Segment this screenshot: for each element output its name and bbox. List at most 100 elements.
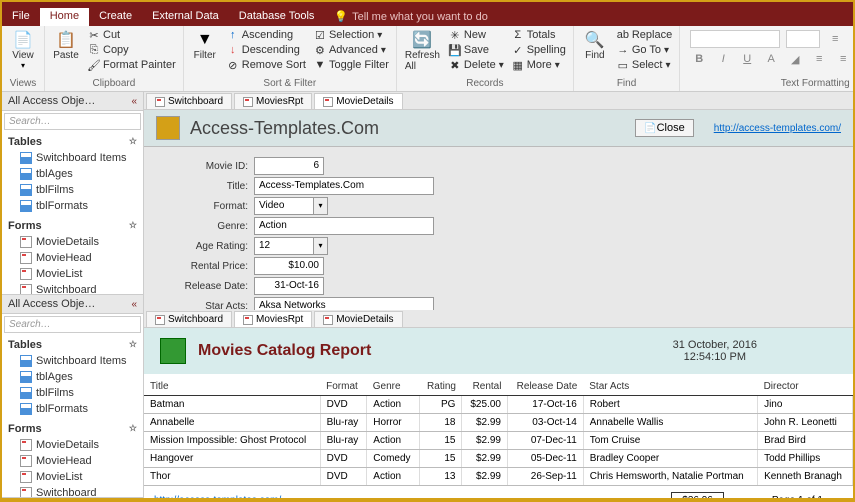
forms-icon [20, 487, 32, 498]
chevron-left-icon: « [131, 96, 137, 107]
numbering-button[interactable]: ≡ [850, 30, 855, 48]
refresh-button[interactable]: 🔄Refresh All [401, 28, 444, 74]
tables-icon [20, 403, 32, 415]
more-button[interactable]: ▦More ▾ [509, 58, 569, 72]
nav-item[interactable]: Switchboard [2, 485, 143, 498]
nav-header[interactable]: All Access Obje…« [2, 295, 143, 314]
table-row: AnnabelleBlu-rayHorror18$2.9903-Oct-14An… [144, 414, 853, 432]
nav-item[interactable]: tblFilms [2, 182, 143, 198]
price-field[interactable]: $10.00 [254, 257, 324, 275]
menu-file[interactable]: File [2, 8, 40, 26]
nav-group-header[interactable]: Forms☆ [2, 421, 143, 437]
selection-button[interactable]: ☑Selection ▾ [311, 28, 392, 42]
col-header: Rating [419, 378, 462, 396]
report-header: Movies Catalog Report 31 October, 201612… [144, 328, 853, 374]
advanced-button[interactable]: ⚙Advanced ▾ [311, 43, 392, 57]
nav-item[interactable]: tblAges [2, 369, 143, 385]
nav-item[interactable]: MovieHead [2, 250, 143, 266]
sort-asc-button[interactable]: ↑Ascending [224, 28, 309, 42]
sort-desc-button[interactable]: ↓Descending [224, 43, 309, 57]
view-button[interactable]: 📄View▾ [6, 28, 40, 72]
desc-icon: ↓ [227, 44, 239, 56]
spelling-button[interactable]: ✓Spelling [509, 43, 569, 57]
format-field[interactable]: Video [254, 197, 314, 215]
font-color-button[interactable]: A [762, 50, 780, 68]
release-field[interactable]: 31-Oct-16 [254, 277, 324, 295]
chevron-left-icon: « [131, 299, 137, 310]
menu-home[interactable]: Home [40, 8, 89, 26]
movie-id-field[interactable]: 6 [254, 157, 324, 175]
menu-create[interactable]: Create [89, 8, 142, 26]
totals-icon: Σ [512, 29, 524, 41]
tab-moviesrpt[interactable]: MoviesRpt [234, 93, 312, 109]
filter-button[interactable]: ▼Filter [188, 28, 222, 63]
new-button[interactable]: ✳New [446, 28, 507, 42]
nav-search[interactable]: Search… [4, 113, 141, 130]
header-link[interactable]: http://access-templates.com/ [714, 123, 841, 134]
star-field[interactable]: Aksa Networks [254, 297, 434, 310]
format-label: Format: [164, 201, 254, 212]
age-field[interactable]: 12 [254, 237, 314, 255]
nav-item[interactable]: tblFormats [2, 198, 143, 214]
age-dropdown[interactable]: ▾ [314, 237, 328, 255]
close-button[interactable]: 📄Close [635, 119, 694, 137]
selection-icon: ☑ [314, 29, 326, 41]
menu-database-tools[interactable]: Database Tools [229, 8, 325, 26]
find-button[interactable]: 🔍Find [578, 28, 612, 63]
save-button[interactable]: 💾Save [446, 43, 507, 57]
title-field[interactable]: Access-Templates.Com [254, 177, 434, 195]
fill-color-button[interactable]: ◢ [786, 50, 804, 68]
form-icon [155, 97, 165, 107]
nav-group-header[interactable]: Tables☆ [2, 337, 143, 353]
form-icon [243, 97, 253, 107]
underline-button[interactable]: U [738, 50, 756, 68]
menu-external-data[interactable]: External Data [142, 8, 229, 26]
align-center-button[interactable]: ≡ [834, 50, 852, 68]
select-button[interactable]: ▭Select ▾ [614, 58, 675, 72]
genre-field[interactable]: Action [254, 217, 434, 235]
table-row: BatmanDVDActionPG$25.0017-Oct-16RobertJi… [144, 396, 853, 414]
bullets-button[interactable]: ≡ [826, 30, 844, 48]
nav-group-header[interactable]: Forms☆ [2, 218, 143, 234]
nav-item[interactable]: Switchboard Items [2, 353, 143, 369]
totals-button[interactable]: ΣTotals [509, 28, 569, 42]
font-select[interactable] [690, 30, 780, 48]
delete-button[interactable]: ✖Delete ▾ [446, 58, 507, 72]
nav-item[interactable]: MovieDetails [2, 437, 143, 453]
goto-button[interactable]: →Go To ▾ [614, 43, 675, 57]
tab-moviedetails[interactable]: MovieDetails [314, 311, 402, 327]
tab-switchboard[interactable]: Switchboard [146, 311, 232, 327]
report-link[interactable]: http://access-templates.com/ [154, 495, 281, 498]
nav-item[interactable]: MovieHead [2, 453, 143, 469]
nav-group-header[interactable]: Tables☆ [2, 134, 143, 150]
tab-moviesrpt[interactable]: MoviesRpt [234, 311, 312, 327]
nav-search[interactable]: Search… [4, 316, 141, 333]
replace-button[interactable]: abReplace [614, 28, 675, 42]
nav-item[interactable]: MovieDetails [2, 234, 143, 250]
form-icon [243, 315, 253, 325]
cut-button[interactable]: ✂Cut [85, 28, 179, 42]
format-dropdown[interactable]: ▾ [314, 197, 328, 215]
copy-button[interactable]: ⎘Copy [85, 43, 179, 57]
paste-button[interactable]: 📋Paste [49, 28, 83, 63]
italic-button[interactable]: I [714, 50, 732, 68]
nav-item[interactable]: tblFormats [2, 401, 143, 417]
font-size-select[interactable] [786, 30, 820, 48]
table-row: ThorDVDAction13$2.9926-Sep-11Chris Hemsw… [144, 468, 853, 486]
align-left-button[interactable]: ≡ [810, 50, 828, 68]
nav-item[interactable]: MovieList [2, 266, 143, 282]
toggle-filter-button[interactable]: ▼Toggle Filter [311, 58, 392, 72]
tab-moviedetails[interactable]: MovieDetails [314, 93, 402, 109]
remove-sort-button[interactable]: ⊘Remove Sort [224, 58, 309, 72]
nav-item[interactable]: tblAges [2, 166, 143, 182]
form-title: Access-Templates.Com [190, 118, 379, 139]
nav-item[interactable]: Switchboard [2, 282, 143, 295]
tell-me[interactable]: 💡Tell me what you want to do [324, 8, 497, 26]
nav-item[interactable]: Switchboard Items [2, 150, 143, 166]
nav-header[interactable]: All Access Obje…« [2, 92, 143, 111]
nav-item[interactable]: tblFilms [2, 385, 143, 401]
nav-item[interactable]: MovieList [2, 469, 143, 485]
bold-button[interactable]: B [690, 50, 708, 68]
format-painter-button[interactable]: 🖌Format Painter [85, 58, 179, 72]
tab-switchboard[interactable]: Switchboard [146, 93, 232, 109]
